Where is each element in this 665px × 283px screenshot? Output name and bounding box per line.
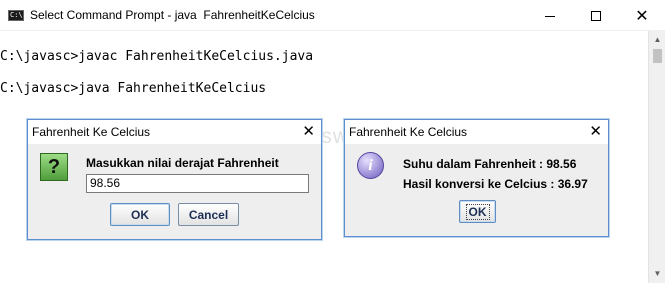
maximize-button[interactable] <box>573 0 619 31</box>
vertical-scrollbar[interactable]: ▲ ▼ <box>648 31 665 283</box>
result-ok-button[interactable]: OK <box>459 200 496 223</box>
info-icon: i <box>357 152 384 179</box>
minimize-icon <box>545 16 555 17</box>
command-prompt-window: C:\ Select Command Prompt - java Fahrenh… <box>0 0 665 283</box>
result-dialog-titlebar[interactable]: Fahrenheit Ke Celcius ✕ <box>345 120 608 144</box>
close-icon: ✕ <box>635 5 649 25</box>
cmd-app-icon[interactable]: C:\ <box>8 10 24 21</box>
result-dialog-title: Fahrenheit Ke Celcius <box>349 125 468 139</box>
result-dialog-close-icon[interactable]: ✕ <box>589 122 602 140</box>
input-dialog-titlebar[interactable]: Fahrenheit Ke Celcius ✕ <box>28 120 321 144</box>
result-dialog: Fahrenheit Ke Celcius ✕ i Suhu dalam Fah… <box>344 119 609 237</box>
input-prompt-label: Masukkan nilai derajat Fahrenheit <box>86 156 279 170</box>
cancel-button[interactable]: Cancel <box>178 203 239 226</box>
close-window-button[interactable]: ✕ <box>619 0 665 31</box>
window-title: Select Command Prompt - java FahrenheitK… <box>30 8 315 22</box>
maximize-icon <box>591 10 601 21</box>
window-titlebar[interactable]: C:\ Select Command Prompt - java Fahrenh… <box>0 0 665 31</box>
ok-button[interactable]: OK <box>110 203 170 226</box>
input-dialog-title: Fahrenheit Ke Celcius <box>32 125 151 139</box>
celcius-result-text: Hasil konversi ke Celcius : 36.97 <box>403 177 588 191</box>
question-icon: ? <box>40 153 68 181</box>
scroll-down-arrow-icon[interactable]: ▼ <box>649 265 665 282</box>
scroll-thumb[interactable] <box>653 49 662 63</box>
input-dialog: Fahrenheit Ke Celcius ✕ ? Masukkan nilai… <box>27 119 322 240</box>
fahrenheit-result-text: Suhu dalam Fahrenheit : 98.56 <box>403 157 577 171</box>
scroll-up-arrow-icon[interactable]: ▲ <box>649 31 665 48</box>
minimize-button[interactable] <box>527 0 573 31</box>
console-line-javac: C:\javasc>javac FahrenheitKeCelcius.java <box>0 49 314 64</box>
result-ok-label: OK <box>465 203 490 220</box>
fahrenheit-input[interactable]: 98.56 <box>86 174 309 193</box>
console-line-java: C:\javasc>java FahrenheitKeCelcius <box>0 81 267 96</box>
input-dialog-close-icon[interactable]: ✕ <box>302 122 315 140</box>
